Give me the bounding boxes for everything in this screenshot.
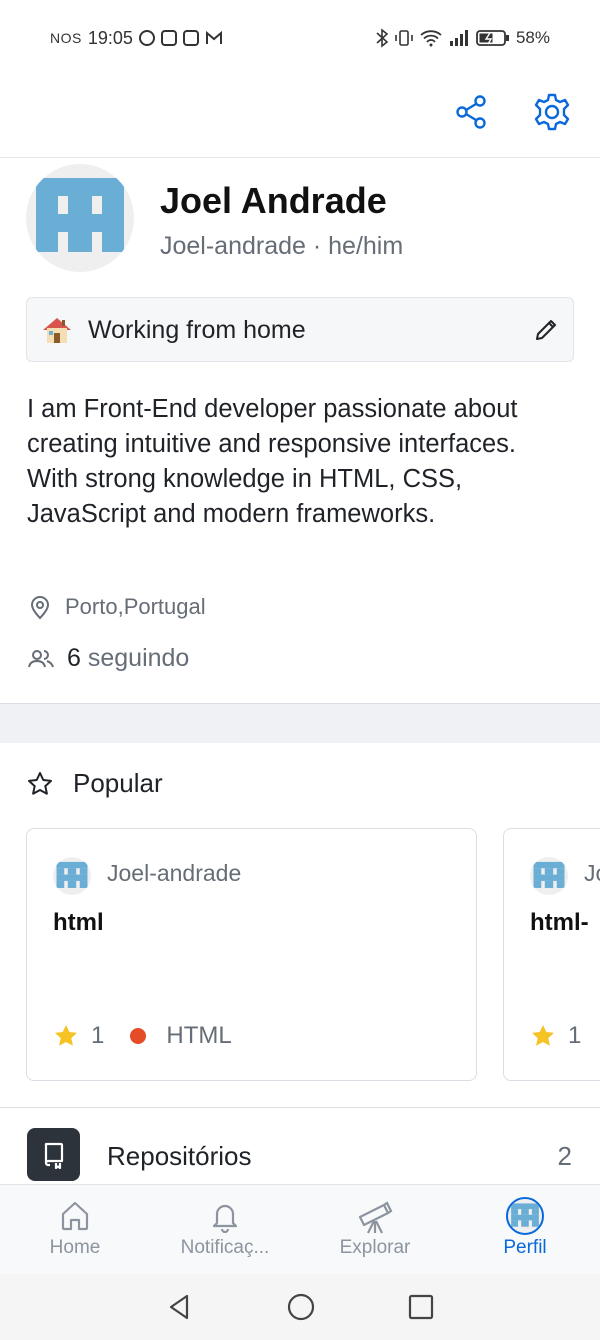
nav-home[interactable]: Home <box>0 1185 150 1274</box>
bluetooth-icon <box>376 28 388 48</box>
location-row: Porto,Portugal <box>27 594 206 620</box>
star-count: 1 <box>568 1022 582 1049</box>
following-label: seguindo <box>87 644 190 672</box>
home-icon <box>61 1201 89 1231</box>
profile-handle: Joel-andrade · he/him <box>160 232 404 260</box>
repo-icon-badge <box>27 1128 80 1181</box>
bottom-navigation: Home Notificaç... Explorar Perfil <box>0 1184 600 1274</box>
nav-notifications-label: Notificaç... <box>180 1237 270 1258</box>
battery-percent: 58% <box>515 28 550 47</box>
house-emoji-icon <box>43 318 71 343</box>
nav-profile-label: Perfil <box>503 1237 547 1258</box>
identicon-image <box>511 1203 539 1227</box>
home-circle-icon[interactable] <box>286 1292 316 1322</box>
repositories-count: 2 <box>557 1141 572 1171</box>
settings-button[interactable] <box>532 92 572 132</box>
repo-card[interactable]: Joel-andrade html 1 HTML <box>26 828 477 1081</box>
repositories-row[interactable]: Repositórios 2 <box>0 1108 600 1184</box>
nav-explore[interactable]: Explorar <box>300 1185 450 1274</box>
user-status-text: Working from home <box>88 316 306 344</box>
following-count: 6 <box>67 644 81 672</box>
status-bar: NOS 19:05 58% <box>0 0 600 76</box>
system-navigation-bar <box>0 1274 600 1340</box>
repo-owner: Joel-andrade <box>584 860 600 886</box>
vibrate-icon <box>395 30 413 46</box>
signal-icon <box>449 30 468 46</box>
nav-notifications[interactable]: Notificaç... <box>150 1185 300 1274</box>
repo-name: html <box>53 909 104 936</box>
location-pin-icon <box>30 596 50 620</box>
whatsapp-icon <box>138 30 155 46</box>
repo-owner: Joel-andrade <box>107 860 242 886</box>
bell-icon <box>212 1204 238 1233</box>
gmail-icon <box>205 30 222 44</box>
repo-language: HTML <box>166 1022 232 1049</box>
repo-card[interactable]: Joel-andrade html- 1 <box>503 828 600 1081</box>
star-filled-icon <box>55 1025 77 1046</box>
avatar[interactable] <box>26 164 134 272</box>
repo-name: html- <box>530 909 589 936</box>
battery-icon <box>476 30 509 46</box>
following-row[interactable]: 6 seguindo <box>27 644 189 673</box>
share-button[interactable] <box>452 92 492 132</box>
identicon-image <box>36 178 124 252</box>
section-divider <box>0 704 600 743</box>
repo-meta: 1 HTML <box>53 1022 232 1050</box>
back-icon[interactable] <box>165 1292 195 1322</box>
identicon-image <box>56 861 88 888</box>
owner-avatar <box>53 857 91 895</box>
repo-meta: 1 <box>530 1022 600 1050</box>
people-icon <box>28 649 54 667</box>
instagram-icon <box>160 30 177 46</box>
star-outline-icon <box>28 771 52 795</box>
owner-avatar <box>530 857 568 895</box>
popular-header: Popular <box>27 768 163 799</box>
instagram-icon <box>182 30 199 46</box>
language-color-dot <box>130 1028 147 1044</box>
status-bar-right: 58% <box>376 28 550 48</box>
popular-section: Popular Joel-andrade html 1 HTML Joel-an… <box>0 743 600 1108</box>
popular-title: Popular <box>73 768 163 798</box>
pencil-icon[interactable] <box>533 317 559 343</box>
profile-section: Joel Andrade Joel-andrade · he/him Worki… <box>0 158 600 704</box>
recents-square-icon[interactable] <box>407 1293 435 1321</box>
wifi-icon <box>420 30 442 47</box>
profile-name: Joel Andrade <box>160 180 387 221</box>
nav-explore-label: Explorar <box>339 1237 411 1258</box>
share-icon <box>456 95 486 129</box>
gear-icon <box>534 93 570 131</box>
star-filled-icon <box>532 1025 554 1046</box>
repositories-label: Repositórios <box>107 1141 252 1171</box>
profile-nav-avatar <box>506 1197 544 1235</box>
repo-icon <box>44 1142 63 1169</box>
nav-home-label: Home <box>49 1237 101 1258</box>
clock: 19:05 <box>87 27 133 48</box>
user-status[interactable]: Working from home <box>26 297 574 362</box>
location-text: Porto,Portugal <box>65 594 206 619</box>
telescope-icon <box>358 1201 393 1234</box>
profile-bio: I am Front-End developer passionate abou… <box>27 395 518 528</box>
star-count: 1 <box>91 1022 105 1049</box>
status-bar-left: NOS 19:05 <box>50 28 223 49</box>
carrier-label: NOS <box>50 30 82 46</box>
nav-profile[interactable]: Perfil <box>450 1185 600 1274</box>
top-app-bar <box>0 76 600 158</box>
identicon-image <box>533 861 565 888</box>
